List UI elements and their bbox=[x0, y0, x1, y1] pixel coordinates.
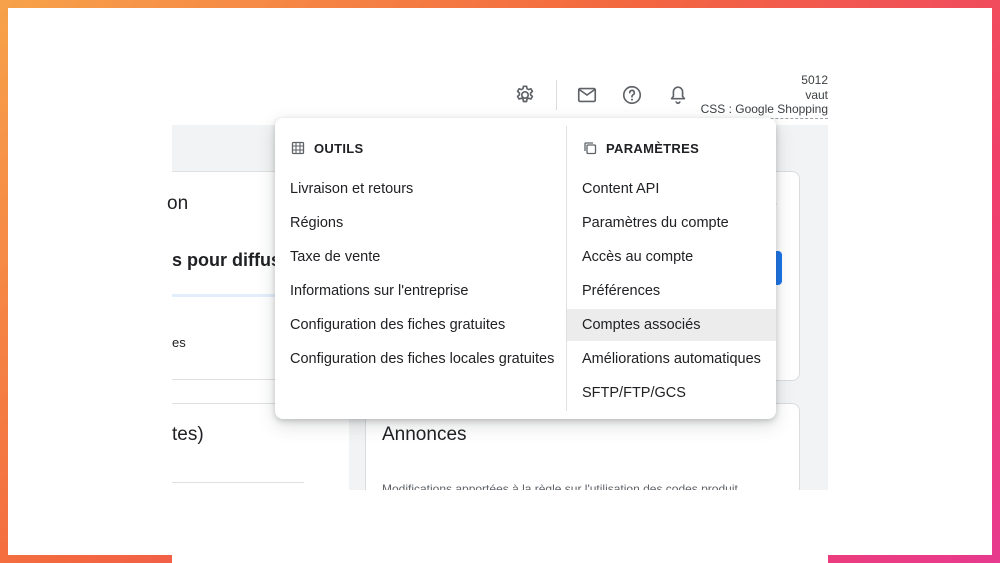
tools-column: OUTILS Livraison et retours Régions Taxe… bbox=[275, 118, 566, 419]
copy-icon bbox=[582, 140, 598, 156]
topbar-divider bbox=[556, 80, 557, 110]
tools-settings-menu: OUTILS Livraison et retours Régions Taxe… bbox=[275, 118, 776, 419]
account-subtitle: CSS : Google Shopping bbox=[700, 102, 828, 119]
menu-item-fiches-locales[interactable]: Configuration des fiches locales gratuit… bbox=[275, 343, 566, 375]
menu-item-regions[interactable]: Régions bbox=[275, 207, 566, 239]
tools-header-label: OUTILS bbox=[314, 140, 364, 156]
divider bbox=[172, 482, 304, 483]
mail-icon[interactable] bbox=[575, 83, 599, 107]
settings-header: PARAMÈTRES bbox=[582, 140, 699, 156]
list-item-fragment[interactable]: es bbox=[172, 335, 186, 350]
bell-icon[interactable] bbox=[666, 83, 690, 107]
menu-item-taxe[interactable]: Taxe de vente bbox=[275, 241, 566, 273]
section-title-fragment: tes) bbox=[172, 424, 204, 445]
menu-item-content-api[interactable]: Content API bbox=[567, 173, 776, 205]
menu-item-livraison[interactable]: Livraison et retours bbox=[275, 173, 566, 205]
menu-item-parametres-compte[interactable]: Paramètres du compte bbox=[567, 207, 776, 239]
viewport-cutoff bbox=[172, 490, 828, 563]
help-icon[interactable] bbox=[620, 83, 644, 107]
account-name: vaut bbox=[805, 87, 828, 102]
menu-item-preferences[interactable]: Préférences bbox=[567, 275, 776, 307]
tools-header: OUTILS bbox=[290, 140, 363, 156]
section-heading-fragment: s pour diffus bbox=[172, 250, 277, 270]
settings-header-label: PARAMÈTRES bbox=[606, 140, 700, 156]
menu-item-acces-compte[interactable]: Accès au compte bbox=[567, 241, 776, 273]
progress-bar bbox=[172, 294, 277, 297]
primary-button[interactable] bbox=[776, 251, 782, 285]
menu-item-comptes-associes[interactable]: Comptes associés bbox=[567, 309, 776, 341]
account-info[interactable]: 5012 vaut CSS : Google Shopping bbox=[700, 73, 828, 119]
settings-column: PARAMÈTRES Content API Paramètres du com… bbox=[567, 118, 776, 419]
menu-item-informations[interactable]: Informations sur l'entreprise bbox=[275, 275, 566, 307]
menu-item-fiches-gratuites[interactable]: Configuration des fiches gratuites bbox=[275, 309, 566, 341]
menu-item-ameliorations[interactable]: Améliorations automatiques bbox=[567, 343, 776, 375]
menu-item-sftp[interactable]: SFTP/FTP/GCS bbox=[567, 377, 776, 409]
gear-icon[interactable] bbox=[513, 83, 537, 107]
card-title: Annonces bbox=[382, 424, 467, 445]
section-title-fragment: on bbox=[167, 193, 189, 214]
account-id: 5012 bbox=[801, 73, 828, 87]
grid-icon bbox=[290, 140, 306, 156]
